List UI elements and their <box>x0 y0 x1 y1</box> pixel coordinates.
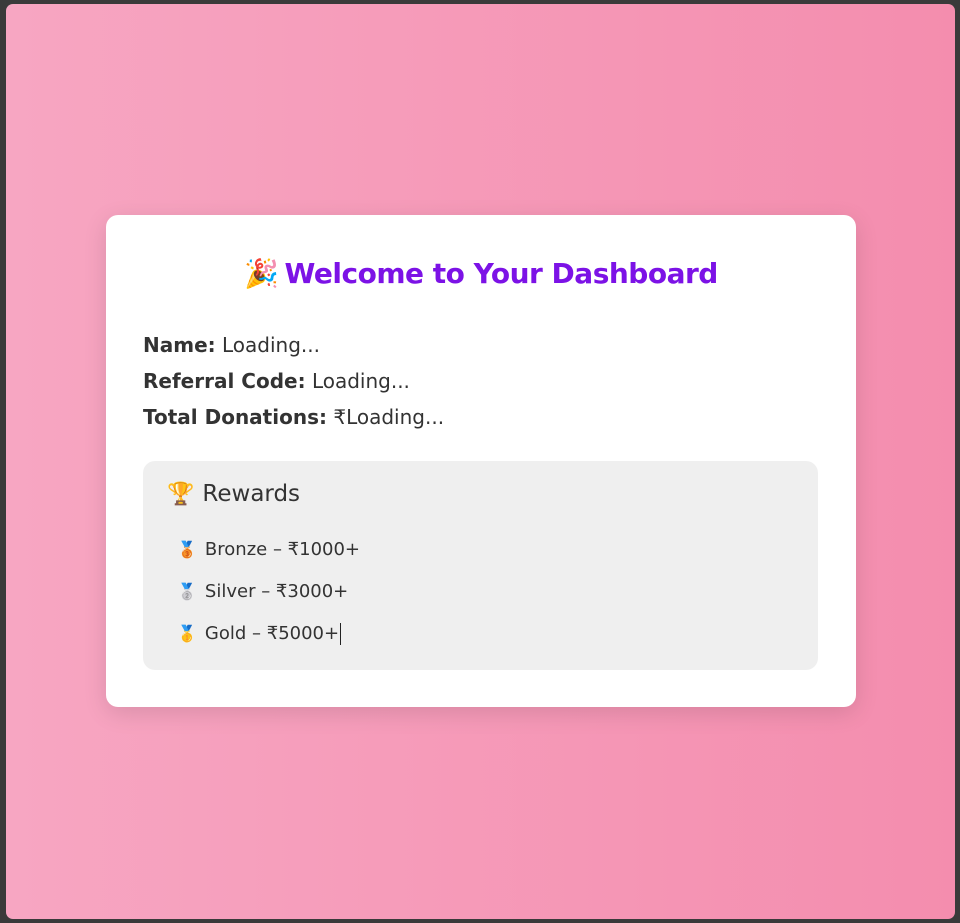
silver-medal-icon: 🥈 <box>177 582 197 601</box>
text-cursor <box>340 623 342 645</box>
page-title: 🎉 Welcome to Your Dashboard <box>106 257 856 290</box>
page-background: 🎉 Welcome to Your Dashboard Name: Loading… <box>6 4 955 919</box>
dashboard-card: 🎉 Welcome to Your Dashboard Name: Loading… <box>106 215 856 707</box>
name-label: Name: <box>143 333 216 357</box>
total-donations-row: Total Donations: ₹Loading... <box>143 399 444 435</box>
reward-text: Gold – ₹5000+ <box>204 623 340 644</box>
party-popper-icon: 🎉 <box>244 257 279 290</box>
total-donations-value: ₹Loading... <box>333 405 445 429</box>
gold-medal-icon: 🥇 <box>177 624 197 643</box>
referral-code-label: Referral Code: <box>143 369 306 393</box>
reward-list: 🥉 Bronze – ₹1000+ 🥈 Silver – ₹3000+ 🥇 Gold … <box>177 529 360 655</box>
reward-item-bronze: 🥉 Bronze – ₹1000+ <box>177 529 360 571</box>
rewards-heading-text: Rewards <box>202 481 301 507</box>
reward-item-gold: 🥇 Gold – ₹5000+ <box>177 613 360 655</box>
page-title-text: Welcome to Your Dashboard <box>284 257 719 290</box>
total-donations-label: Total Donations: <box>143 405 327 429</box>
reward-text: Bronze – ₹1000+ <box>204 539 361 560</box>
bronze-medal-icon: 🥉 <box>177 540 197 559</box>
reward-item-silver: 🥈 Silver – ₹3000+ <box>177 571 360 613</box>
trophy-icon: 🏆 <box>167 482 195 507</box>
user-info: Name: Loading... Referral Code: Loading.… <box>143 327 444 435</box>
name-value: Loading... <box>222 333 320 357</box>
name-row: Name: Loading... <box>143 327 444 363</box>
referral-code-value: Loading... <box>311 369 410 393</box>
rewards-panel: 🏆 Rewards 🥉 Bronze – ₹1000+ 🥈 Silver – ₹300… <box>143 461 818 670</box>
referral-code-row: Referral Code: Loading... <box>143 363 444 399</box>
rewards-heading: 🏆 Rewards <box>167 481 300 507</box>
reward-text: Silver – ₹3000+ <box>204 581 349 602</box>
